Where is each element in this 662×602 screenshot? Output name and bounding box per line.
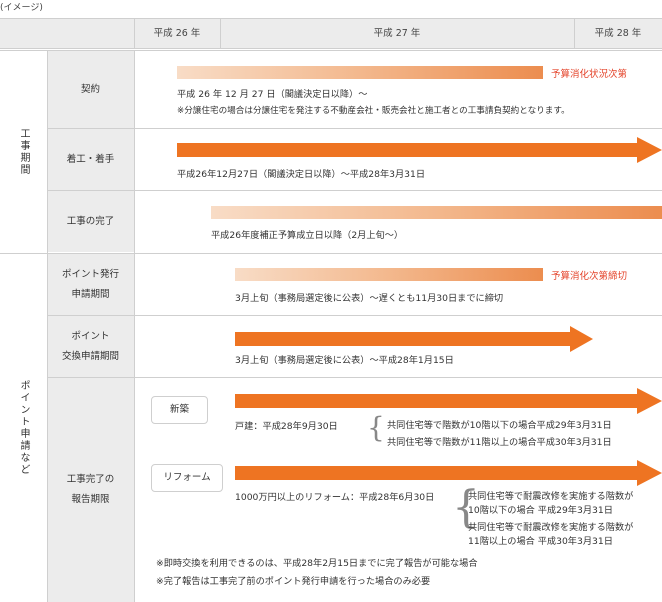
new-construction-badge: 新築 [151,396,208,424]
new-construction-report-arrow [235,388,662,414]
row-label-completion: 工事の完了 [47,191,134,252]
row-label-start: 着工・着手 [47,129,134,190]
group-point-application: ポイント申請など [18,380,29,476]
reform-report-arrow [235,460,662,486]
contract-budget-note: 予算消化状況次第 [551,69,628,80]
row-label-contract: 契約 [47,51,134,128]
point-issue-date-text: 3月上旬（事務局選定後に公表）～遅くとも11月30日までに締切 [235,293,504,304]
reform-badge: リフォーム [151,464,223,492]
new-construction-detached-text: 戸建：平成28年9月30日 [235,421,338,432]
header-year-26: 平成 26 年 [153,28,201,39]
new-construction-option-11f: 共同住宅等で階数が11階以上の場合平成30年3月31日 [387,437,612,448]
row-label-report: 工事完了の 報告期限 [47,378,134,602]
start-period-arrow [177,137,662,163]
point-exchange-period-arrow [235,326,593,352]
new-construction-option-10f: 共同住宅等で階数が10階以下の場合平成29年3月31日 [387,420,612,431]
reform-option-11f-a: 共同住宅等で耐震改修を実施する階数が [468,522,634,533]
point-issue-period-bar [235,268,543,281]
header-year-28: 平成 28 年 [594,28,642,39]
completion-date-text: 平成26年度補正予算成立日以降（2月上旬～） [211,230,404,241]
image-caption: (イメージ) [0,3,43,13]
contract-note-text: ※分譲住宅の場合は分譲住宅を発注する不動産会社・販売会社と施工者との工事請負契約… [177,106,570,116]
start-date-text: 平成26年12月27日（閣議決定日以降）～平成28年3月31日 [177,169,426,180]
contract-period-bar [177,66,543,79]
reform-option-10f-a: 共同住宅等で耐震改修を実施する階数が [468,491,634,502]
reform-option-11f-b: 11階以上の場合 平成30年3月31日 [468,536,613,547]
footnote-instant-exchange: ※即時交換を利用できるのは、平成28年2月15日までに完了報告が可能な場合 [156,558,478,569]
point-exchange-date-text: 3月上旬（事務局選定後に公表）～平成28年1月15日 [235,355,454,366]
group-construction-period: 工事期間 [18,127,29,176]
reform-option-10f-b: 10階以下の場合 平成29年3月31日 [468,505,613,516]
point-issue-deadline-note: 予算消化次第締切 [551,271,628,282]
header-year-27: 平成 27 年 [373,28,421,39]
row-label-point-issue: ポイント発行 申請期間 [47,254,134,315]
new-construction-brace: { [367,411,385,444]
completion-period-bar [211,206,662,219]
reform-deadline-text: 1000万円以上のリフォーム：平成28年6月30日 [235,492,435,503]
row-label-point-exchange: ポイント 交換申請期間 [47,316,134,377]
footnote-report-condition: ※完了報告は工事完了前のポイント発行申請を行った場合のみ必要 [156,576,431,587]
contract-date-text: 平成 26 年 12 月 27 日（閣議決定日以降）～ [177,89,368,100]
